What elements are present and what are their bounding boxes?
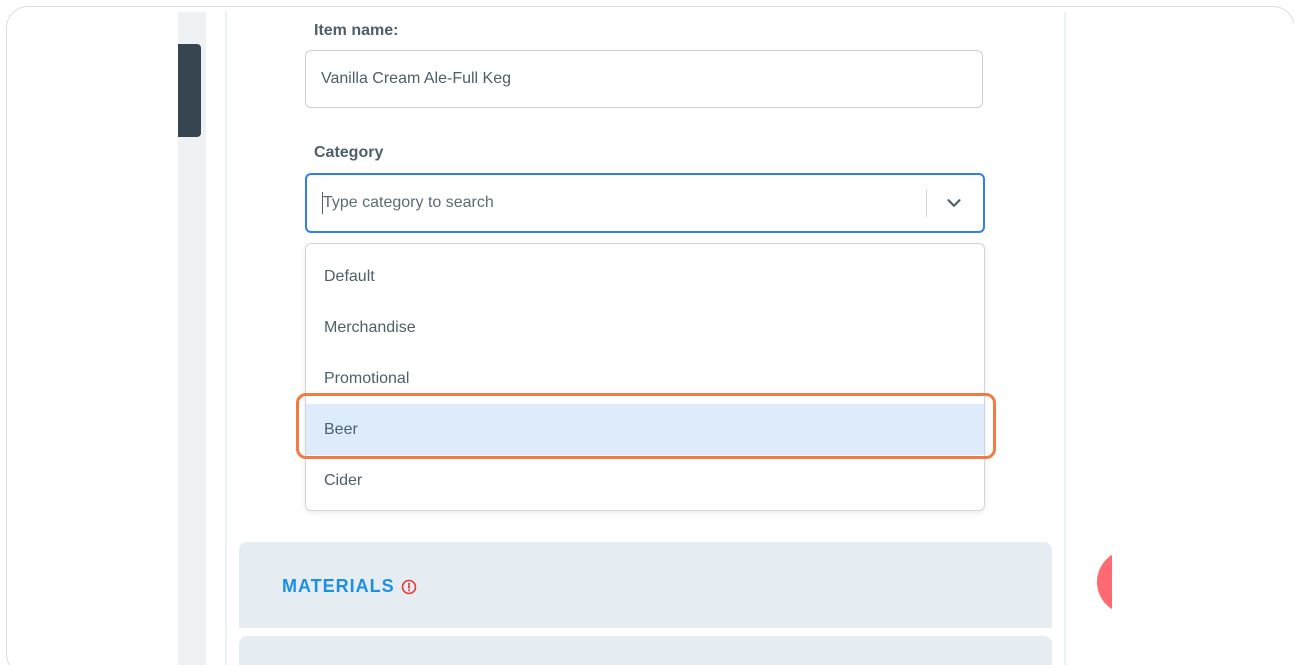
category-select[interactable]: Type category to search bbox=[305, 173, 985, 233]
next-section-header[interactable] bbox=[239, 636, 1052, 665]
category-option-default[interactable]: Default bbox=[306, 251, 984, 302]
item-name-value: Vanilla Cream Ale-Full Keg bbox=[321, 70, 512, 87]
category-dropdown-menu: Default Merchandise Promotional Beer Cid… bbox=[305, 243, 985, 511]
item-name-field[interactable]: Vanilla Cream Ale-Full Keg bbox=[305, 50, 983, 108]
materials-title-row: MATERIALS bbox=[282, 576, 417, 597]
sidebar-tab[interactable] bbox=[178, 44, 201, 137]
select-separator bbox=[926, 189, 927, 217]
category-option-cider[interactable]: Cider bbox=[306, 455, 984, 506]
category-option-promotional[interactable]: Promotional bbox=[306, 353, 984, 404]
chevron-down-icon[interactable] bbox=[943, 192, 965, 214]
category-option-beer[interactable]: Beer bbox=[306, 404, 984, 455]
category-option-merchandise[interactable]: Merchandise bbox=[306, 302, 984, 353]
materials-title: MATERIALS bbox=[282, 576, 395, 596]
item-name-label: Item name: bbox=[314, 22, 399, 39]
right-margin bbox=[1112, 520, 1294, 665]
category-search-placeholder[interactable]: Type category to search bbox=[323, 194, 494, 212]
materials-section-header[interactable]: MATERIALS bbox=[239, 542, 1052, 628]
warning-circle-icon bbox=[401, 579, 416, 594]
category-label: Category bbox=[314, 144, 384, 161]
